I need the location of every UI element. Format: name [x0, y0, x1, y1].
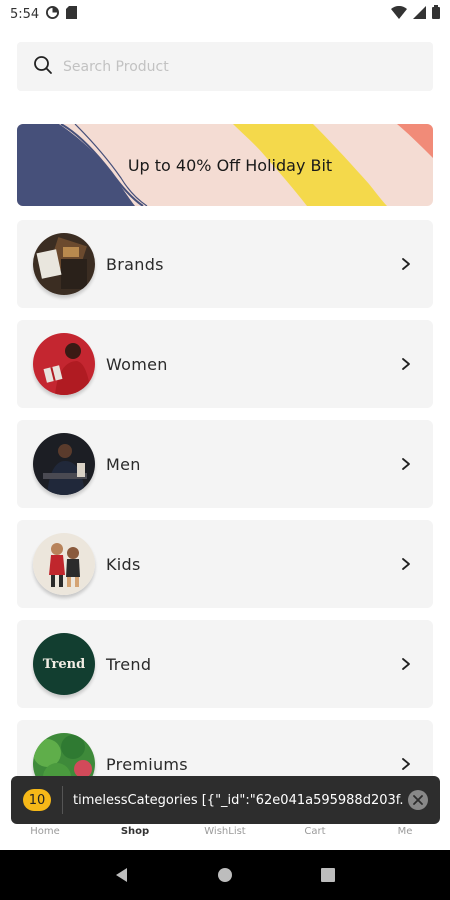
signal-icon — [413, 5, 426, 23]
category-image-kids — [33, 533, 95, 595]
nav-item-me[interactable]: Me — [360, 824, 450, 837]
category-label: Trend — [106, 654, 152, 674]
category-label: Women — [106, 354, 168, 374]
back-icon[interactable] — [113, 866, 131, 884]
category-label: Men — [106, 454, 141, 474]
chevron-right-icon — [402, 258, 410, 270]
category-image-trend: Trend — [33, 633, 95, 695]
recents-icon[interactable] — [319, 866, 337, 884]
home-icon[interactable] — [216, 866, 234, 884]
category-item-trend[interactable]: Trend Trend — [17, 620, 433, 708]
category-label: Kids — [106, 554, 141, 574]
nav-item-wishlist[interactable]: WishList — [180, 824, 270, 837]
banner-text: Up to 40% Off Holiday Bit — [127, 155, 333, 175]
wifi-icon — [391, 5, 407, 23]
chevron-right-icon — [402, 658, 410, 670]
system-nav-bar — [0, 850, 450, 900]
search-input[interactable] — [63, 58, 403, 75]
trend-image-text: Trend — [42, 656, 86, 672]
status-time: 5:54 — [10, 6, 40, 22]
chevron-right-icon — [402, 458, 410, 470]
category-item-brands[interactable]: Brands — [17, 220, 433, 308]
nav-item-cart[interactable]: Cart — [270, 824, 360, 837]
search-icon — [33, 55, 53, 79]
chevron-right-icon — [402, 558, 410, 570]
category-image-brands — [33, 233, 95, 295]
category-item-women[interactable]: Women — [17, 320, 433, 408]
battery-icon — [432, 5, 440, 23]
chevron-right-icon — [402, 758, 410, 770]
category-item-men[interactable]: Men — [17, 420, 433, 508]
toast-message: timelessCategories [{"_id":"62e041a59598… — [73, 792, 403, 808]
data-saver-icon — [46, 5, 60, 23]
bottom-nav: Home Shop WishList Cart Me — [0, 824, 450, 850]
nav-item-home[interactable]: Home — [0, 824, 90, 837]
search-bar[interactable] — [17, 42, 433, 91]
status-bar: 5:54 — [0, 0, 450, 28]
sd-card-icon — [66, 5, 78, 23]
category-label: Premiums — [106, 754, 188, 774]
category-item-kids[interactable]: Kids — [17, 520, 433, 608]
category-image-women — [33, 333, 95, 395]
toast-divider — [62, 786, 63, 814]
category-image-men — [33, 433, 95, 495]
nav-item-shop[interactable]: Shop — [90, 824, 180, 837]
log-toast[interactable]: 10 timelessCategories [{"_id":"62e041a59… — [11, 776, 440, 824]
category-label: Brands — [106, 254, 164, 274]
promo-banner[interactable]: Up to 40% Off Holiday Bit — [17, 124, 433, 206]
chevron-right-icon — [402, 358, 410, 370]
close-icon[interactable] — [408, 790, 428, 810]
toast-count-badge: 10 — [23, 789, 51, 811]
